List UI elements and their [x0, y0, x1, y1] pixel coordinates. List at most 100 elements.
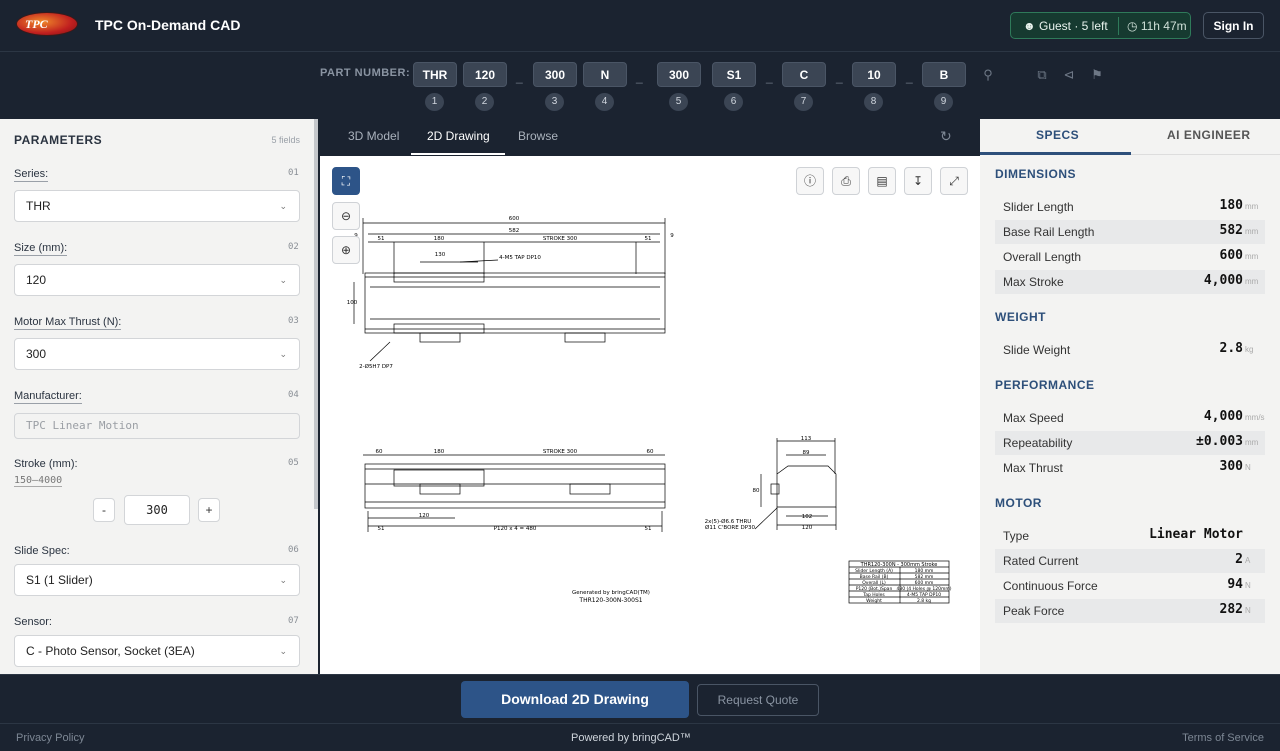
- download-icon[interactable]: ↧: [904, 167, 932, 195]
- section-weight: WEIGHT: [995, 310, 1046, 324]
- zoom-in-icon[interactable]: ⊕: [332, 236, 360, 264]
- viewer-tabs: 3D Model 2D Drawing Browse ↻: [320, 119, 980, 156]
- tab-browse[interactable]: Browse: [518, 129, 558, 143]
- powered-by-label[interactable]: Powered by bringCAD™: [571, 732, 691, 744]
- dim-label: 4-M5 TAP DP10: [499, 255, 541, 261]
- dim-label: 51: [645, 236, 652, 242]
- spec-key: Peak Force: [1003, 604, 1065, 618]
- zoom-out-icon[interactable]: ⊖: [332, 202, 360, 230]
- download-2d-drawing-button[interactable]: Download 2D Drawing: [461, 681, 689, 718]
- tpc-logo[interactable]: TPC: [16, 12, 78, 36]
- thrust-value: 300: [26, 347, 47, 361]
- parameters-title: PARAMETERS: [14, 133, 103, 147]
- top-bar: TPC TPC On-Demand CAD ☻ Guest · 5 left ◷…: [0, 0, 1280, 52]
- spec-value: 4,000: [1203, 409, 1243, 424]
- spec-unit: mm/s: [1245, 413, 1265, 422]
- active-tab-indicator: [980, 152, 1131, 155]
- table-cell: 600 mm: [915, 580, 934, 586]
- tab-3d-model[interactable]: 3D Model: [348, 129, 399, 143]
- dim-label: 9: [670, 233, 674, 239]
- sign-in-button[interactable]: Sign In: [1203, 12, 1264, 39]
- spec-key: Overall Length: [1003, 250, 1082, 264]
- dim-label: 130: [435, 252, 446, 258]
- part-segment-1[interactable]: THR: [413, 62, 457, 87]
- series-label: Series:: [14, 168, 49, 182]
- dim-label: 113: [801, 436, 812, 442]
- slide-spec-select[interactable]: S1 (1 Slider) ⌄: [14, 564, 300, 596]
- logo-text: TPC: [25, 17, 48, 31]
- spec-value: 2: [1235, 552, 1243, 567]
- table-cell: Weight: [866, 598, 882, 604]
- expand-icon[interactable]: ⤢: [940, 167, 968, 195]
- user-icon: ☻: [1023, 19, 1036, 33]
- spec-unit: mm: [1245, 438, 1259, 447]
- part-segment-2[interactable]: 120: [463, 62, 507, 87]
- segment-index-badge: 6: [724, 93, 743, 111]
- request-quote-button[interactable]: Request Quote: [697, 684, 819, 716]
- segment-separator: _: [766, 70, 773, 84]
- fit-view-icon[interactable]: ⛶: [332, 167, 360, 195]
- slide-spec-label: Slide Spec:: [14, 545, 70, 557]
- sensor-select[interactable]: C - Photo Sensor, Socket (3EA) ⌄: [14, 635, 300, 667]
- scrollbar[interactable]: [314, 119, 318, 509]
- share-icon[interactable]: ⊲: [1058, 64, 1080, 86]
- active-tab-indicator: [411, 153, 505, 155]
- dim-label: P120 x 4 = 480: [494, 526, 537, 532]
- part-number-label: PART NUMBER:: [320, 67, 411, 79]
- thrust-select[interactable]: 300 ⌄: [14, 338, 300, 370]
- tab-ai-engineer[interactable]: AI ENGINEER: [1167, 128, 1251, 142]
- table-cell: Slider Length (A): [855, 568, 893, 574]
- dim-overall: 600: [509, 216, 520, 222]
- bookmark-icon[interactable]: ⚑: [1086, 64, 1108, 86]
- app-title: TPC On-Demand CAD: [95, 17, 241, 33]
- segment-separator: _: [906, 70, 913, 84]
- part-segment-6[interactable]: S1: [712, 62, 756, 87]
- dim-label: 2-Ø5H7 DP7: [359, 363, 393, 370]
- part-segment-3[interactable]: 300: [533, 62, 577, 87]
- size-value: 120: [26, 273, 47, 287]
- table-cell: Base Rail (B): [860, 574, 889, 580]
- part-code: THR120-300N-300S1: [578, 597, 642, 604]
- table-cell: Tap Holes: [862, 592, 885, 598]
- part-segment-4[interactable]: N: [583, 62, 627, 87]
- document-icon[interactable]: ▤: [868, 167, 896, 195]
- dim-label: 120: [802, 525, 813, 531]
- guest-status-badge[interactable]: ☻ Guest · 5 left ◷ 11h 47m: [1010, 12, 1191, 39]
- copy-icon[interactable]: ⧉: [1031, 64, 1053, 86]
- part-segment-9[interactable]: B: [922, 62, 966, 87]
- part-segment-7[interactable]: C: [782, 62, 826, 87]
- print-icon[interactable]: ⎙: [832, 167, 860, 195]
- dim-label: 180: [434, 236, 445, 242]
- table-cell: 480 (4 Holes @ 120mm): [896, 586, 951, 592]
- spec-value: 2.8: [1219, 341, 1243, 356]
- tab-specs[interactable]: SPECS: [1036, 128, 1079, 142]
- chevron-down-icon: ⌄: [279, 349, 287, 359]
- dim-label: 60: [376, 449, 383, 455]
- spec-row: Slider Length 180 mm: [995, 195, 1265, 219]
- spec-value: 582: [1219, 223, 1243, 238]
- privacy-policy-link[interactable]: Privacy Policy: [16, 732, 84, 744]
- stroke-decrement-button[interactable]: -: [93, 498, 115, 522]
- spec-key: Repeatability: [1003, 436, 1073, 450]
- size-select[interactable]: 120 ⌄: [14, 264, 300, 296]
- refresh-icon[interactable]: ↻: [940, 128, 952, 145]
- drawing-canvas[interactable]: 600 582 51 180 STROKE 300 51 130 4-M5 TA…: [320, 156, 980, 674]
- part-segment-5[interactable]: 300: [657, 62, 701, 87]
- search-icon[interactable]: ⚲: [977, 64, 999, 86]
- part-segment-8[interactable]: 10: [852, 62, 896, 87]
- spec-value: 94: [1227, 577, 1243, 592]
- info-icon[interactable]: ⓘ: [796, 167, 824, 195]
- stroke-input[interactable]: 300: [124, 495, 190, 525]
- spec-row: Continuous Force 94 N: [995, 574, 1265, 598]
- tab-2d-drawing[interactable]: 2D Drawing: [427, 129, 490, 143]
- timer-text: 11h 47m: [1140, 19, 1187, 33]
- section-dimensions: DIMENSIONS: [995, 167, 1077, 181]
- terms-of-service-link[interactable]: Terms of Service: [1182, 732, 1264, 744]
- chevron-down-icon: ⌄: [279, 575, 287, 585]
- stroke-increment-button[interactable]: +: [198, 498, 220, 522]
- segment-separator: _: [636, 70, 643, 84]
- thrust-label: Motor Max Thrust (N):: [14, 316, 122, 330]
- field-number: 01: [288, 168, 299, 178]
- series-select[interactable]: THR ⌄: [14, 190, 300, 222]
- spec-value: 282: [1219, 602, 1243, 617]
